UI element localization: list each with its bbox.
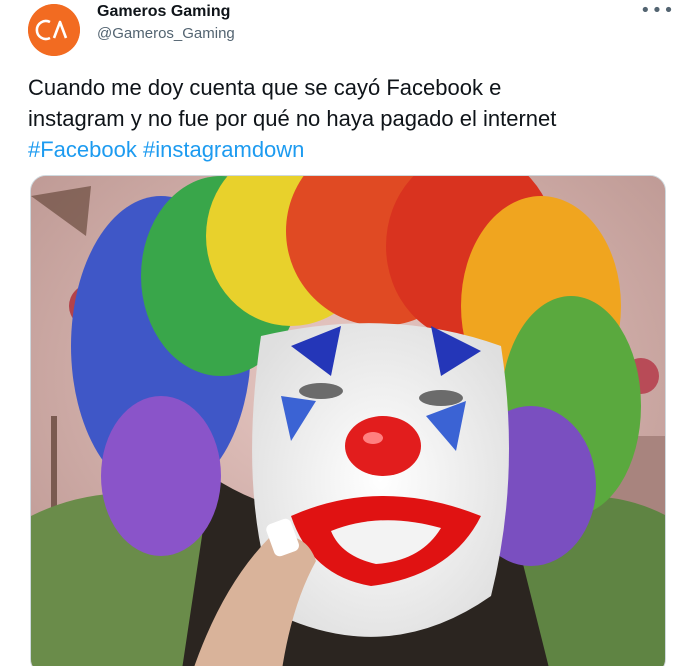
hashtags-line: #Facebook #instagramdown — [28, 134, 678, 165]
author-name[interactable]: Gameros Gaming — [97, 3, 230, 21]
tweet-text-line: Cuando me doy cuenta que se cayó Faceboo… — [28, 75, 502, 100]
author-handle[interactable]: @Gameros_Gaming — [97, 25, 235, 42]
hashtag-facebook[interactable]: #Facebook — [28, 137, 137, 162]
hashtag-instagramdown[interactable]: #instagramdown — [143, 137, 304, 162]
clown-photo — [31, 176, 665, 666]
more-icon[interactable]: ••• — [640, 0, 674, 24]
avatar[interactable] — [28, 4, 80, 56]
tweet-text-line: instagram y no fue por qué no haya pagad… — [28, 106, 557, 131]
tweet[interactable]: Gameros Gaming @Gameros_Gaming ••• Cuand… — [0, 0, 697, 666]
tweet-text: Cuando me doy cuenta que se cayó Faceboo… — [28, 72, 678, 165]
tweet-image[interactable] — [30, 175, 666, 666]
gameros-logo-icon — [28, 4, 80, 56]
